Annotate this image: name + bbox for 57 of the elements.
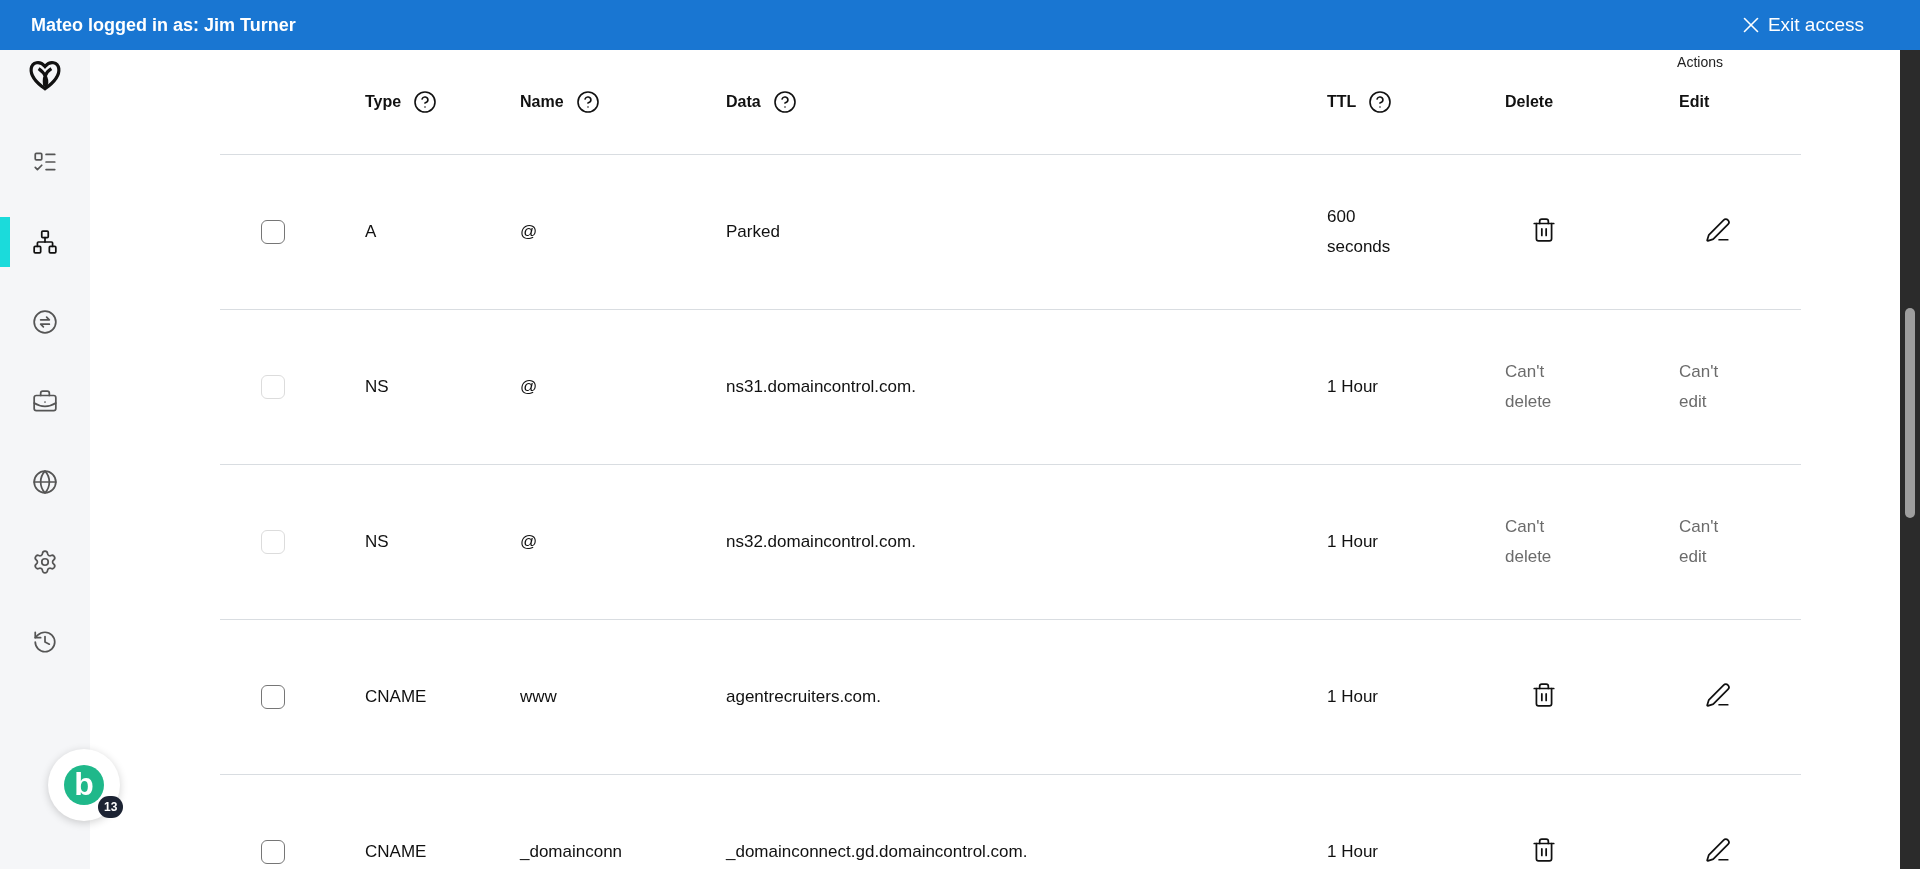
table-cell-text: @: [520, 531, 538, 554]
table-cell-text: 600 seconds: [1327, 206, 1392, 258]
table-cell-text: @: [520, 376, 538, 399]
cant-delete-text: Can't delete: [1505, 361, 1553, 413]
row-checkbox[interactable]: [261, 840, 285, 864]
briefcase-icon: [32, 389, 58, 415]
table-cell-text: @: [520, 221, 538, 244]
scrollbar-thumb[interactable]: [1905, 308, 1915, 518]
pencil-icon: [1705, 682, 1731, 709]
table-cell-text: www: [520, 686, 557, 709]
trash-icon: [1531, 837, 1557, 864]
logo-icon: [27, 58, 63, 92]
sitemap-icon: [32, 229, 58, 255]
column-header: TTL: [1327, 92, 1357, 112]
exit-access-button[interactable]: Exit access: [1737, 10, 1864, 40]
chat-avatar: b: [64, 765, 104, 805]
exchange-icon: [32, 309, 58, 335]
notification-badge: 13: [98, 796, 124, 818]
table-cell-text: CNAME: [365, 686, 427, 709]
trash-icon: [1531, 682, 1557, 709]
table-cell-text: NS: [365, 376, 389, 399]
cant-edit-text: Can't edit: [1679, 361, 1720, 413]
table-cell-text: 1 Hour: [1327, 686, 1379, 708]
column-header: Delete: [1505, 92, 1554, 112]
table-cell-text: CNAME: [365, 841, 427, 864]
column-header: Edit: [1679, 92, 1710, 112]
help-icon[interactable]: [413, 90, 438, 114]
table-cell-text: 1 Hour: [1327, 531, 1379, 553]
settings-icon: [32, 549, 58, 575]
table-cell-text: ns31.domaincontrol.com.: [726, 376, 916, 399]
column-header: Type: [365, 92, 402, 112]
table-cell-text: 1 Hour: [1327, 841, 1379, 863]
pencil-icon: [1705, 217, 1731, 244]
cant-delete-text: Can't delete: [1505, 516, 1553, 568]
help-icon[interactable]: [1368, 90, 1393, 114]
table-cell-text: A: [365, 221, 377, 244]
row-checkbox[interactable]: [261, 220, 285, 244]
cant-edit-text: Can't edit: [1679, 516, 1720, 568]
globe-icon: [32, 469, 58, 495]
scrollbar[interactable]: [1900, 50, 1920, 869]
banner-title: Mateo logged in as: Jim Turner: [31, 13, 296, 37]
row-checkbox[interactable]: [261, 685, 285, 709]
table-cell-text: agentrecruiters.com.: [726, 686, 881, 709]
history-icon: [32, 629, 58, 655]
column-header: Data: [726, 92, 761, 112]
table-cell-text: Parked: [726, 221, 780, 244]
table-cell-text: ns32.domaincontrol.com.: [726, 531, 916, 554]
table-cell-text: 1 Hour: [1327, 376, 1379, 398]
help-icon[interactable]: [772, 90, 797, 114]
pencil-icon: [1705, 837, 1731, 864]
table-cell-text: _domainconnect.gd.domaincontrol.com.: [726, 841, 1028, 864]
trash-icon: [1531, 217, 1557, 244]
actions-label: Actions: [1677, 53, 1723, 72]
table-cell-text: NS: [365, 531, 389, 554]
help-icon[interactable]: [575, 90, 600, 114]
column-header: Name: [520, 92, 564, 112]
table-cell-text: _domainconn: [520, 841, 623, 864]
